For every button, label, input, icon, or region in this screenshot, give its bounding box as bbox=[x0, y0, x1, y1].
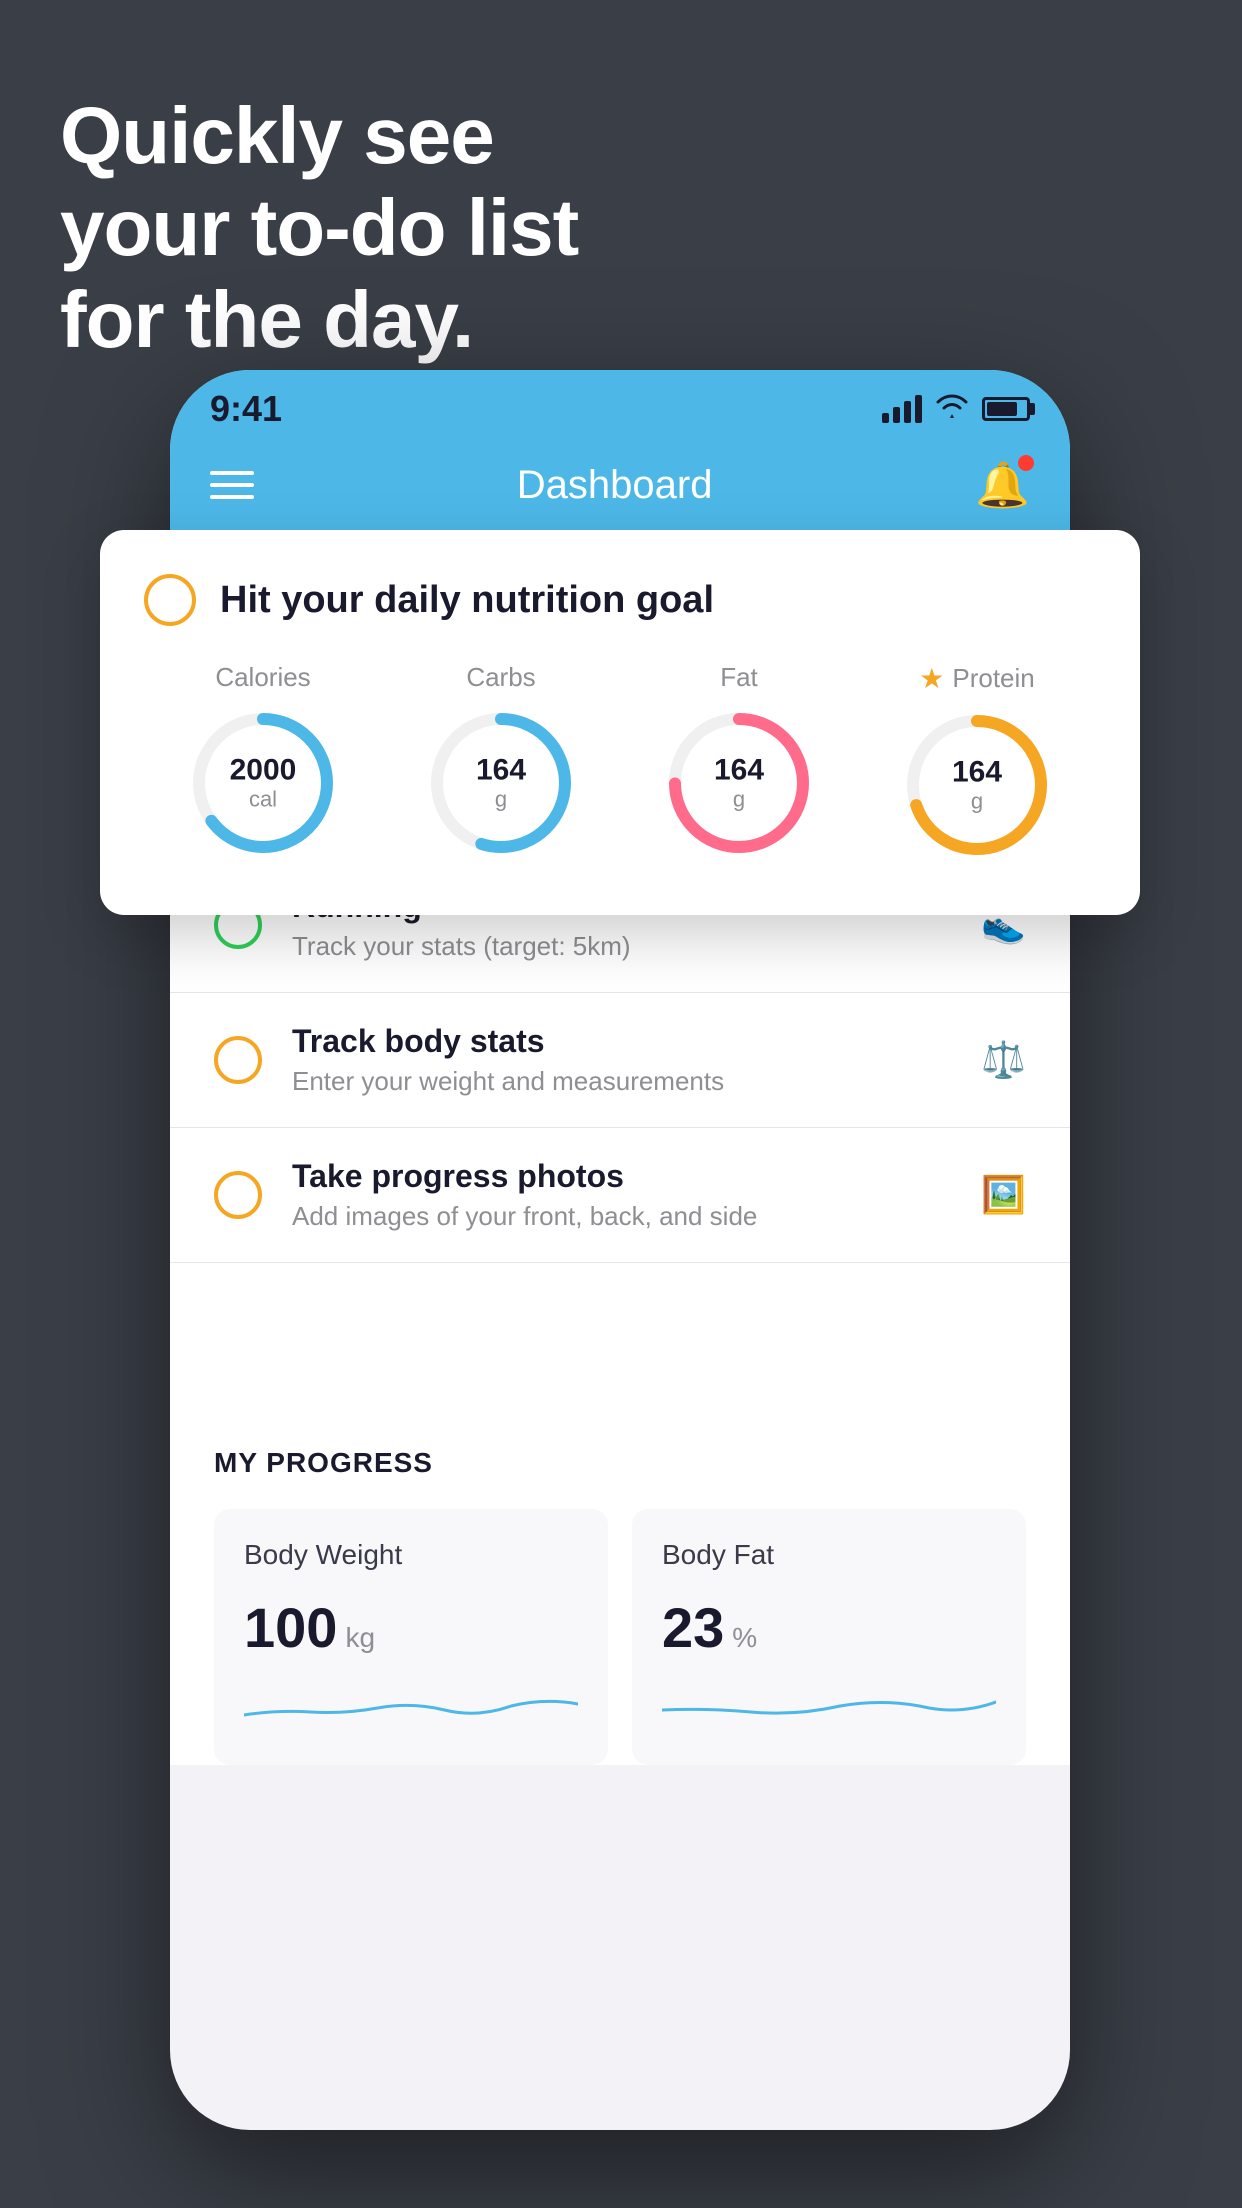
todo-title-photos: Take progress photos bbox=[292, 1158, 951, 1195]
nutrition-goal-title: Hit your daily nutrition goal bbox=[220, 579, 714, 622]
progress-cards: Body Weight 100 kg Body Fat 23 % bbox=[214, 1509, 1026, 1765]
progress-section: MY PROGRESS Body Weight 100 kg Body Fat bbox=[170, 1403, 1070, 1765]
headline-line1: Quickly see bbox=[60, 90, 578, 182]
protein-star-icon: ★ bbox=[919, 662, 944, 695]
todo-list: Running Track your stats (target: 5km) 👟… bbox=[170, 858, 1070, 1263]
protein-unit: g bbox=[971, 789, 983, 814]
notification-dot bbox=[1018, 455, 1034, 471]
carbs-ring: 164 g bbox=[421, 703, 581, 863]
todo-title-body-stats: Track body stats bbox=[292, 1023, 951, 1060]
progress-card-bodyfat[interactable]: Body Fat 23 % bbox=[632, 1509, 1026, 1765]
calories-ring-item: Calories 2000 cal bbox=[183, 662, 343, 863]
weight-value: 100 bbox=[244, 1595, 337, 1660]
todo-item-body-stats[interactable]: Track body stats Enter your weight and m… bbox=[170, 993, 1070, 1128]
todo-subtitle-running: Track your stats (target: 5km) bbox=[292, 931, 951, 962]
battery-icon bbox=[982, 397, 1030, 421]
hamburger-menu[interactable] bbox=[210, 471, 254, 499]
fat-value: 164 bbox=[714, 754, 764, 787]
weight-unit: kg bbox=[345, 1622, 375, 1654]
fat-unit: g bbox=[733, 787, 745, 812]
weight-sparkline bbox=[244, 1680, 578, 1730]
carbs-ring-item: Carbs 164 g bbox=[421, 662, 581, 863]
status-time: 9:41 bbox=[210, 388, 282, 430]
todo-subtitle-photos: Add images of your front, back, and side bbox=[292, 1201, 951, 1232]
carbs-unit: g bbox=[495, 787, 507, 812]
scale-icon: ⚖️ bbox=[981, 1039, 1026, 1081]
protein-ring: 164 g bbox=[897, 705, 1057, 865]
todo-checkbox-body-stats[interactable] bbox=[214, 1036, 262, 1084]
nutrition-goal-card: Hit your daily nutrition goal Calories 2… bbox=[100, 530, 1140, 915]
nutrition-goal-checkbox[interactable] bbox=[144, 574, 196, 626]
calories-value: 2000 bbox=[230, 754, 297, 787]
bodyfat-sparkline bbox=[662, 1680, 996, 1730]
fat-ring-item: Fat 164 g bbox=[659, 662, 819, 863]
nutrition-rings: Calories 2000 cal Carbs bbox=[144, 662, 1096, 865]
calories-ring: 2000 cal bbox=[183, 703, 343, 863]
notification-bell-icon[interactable]: 🔔 bbox=[975, 459, 1030, 511]
wifi-icon bbox=[934, 392, 970, 427]
protein-ring-item: ★ Protein 164 g bbox=[897, 662, 1057, 865]
status-bar: 9:41 bbox=[170, 370, 1070, 440]
calories-label: Calories bbox=[215, 662, 310, 693]
progress-section-title: MY PROGRESS bbox=[214, 1447, 1026, 1479]
progress-card-weight[interactable]: Body Weight 100 kg bbox=[214, 1509, 608, 1765]
fat-label: Fat bbox=[720, 662, 758, 693]
bodyfat-unit: % bbox=[732, 1622, 757, 1654]
bodyfat-value: 23 bbox=[662, 1595, 724, 1660]
weight-card-title: Body Weight bbox=[244, 1539, 578, 1571]
headline-line2: your to-do list bbox=[60, 182, 578, 274]
carbs-label: Carbs bbox=[466, 662, 535, 693]
todo-item-photos[interactable]: Take progress photos Add images of your … bbox=[170, 1128, 1070, 1263]
calories-unit: cal bbox=[249, 787, 277, 812]
todo-subtitle-body-stats: Enter your weight and measurements bbox=[292, 1066, 951, 1097]
todo-checkbox-photos[interactable] bbox=[214, 1171, 262, 1219]
signal-bars-icon bbox=[882, 395, 922, 423]
navbar: Dashboard 🔔 bbox=[170, 440, 1070, 530]
nav-title: Dashboard bbox=[517, 463, 713, 508]
protein-label: ★ Protein bbox=[919, 662, 1035, 695]
carbs-value: 164 bbox=[476, 754, 526, 787]
photo-icon: 🖼️ bbox=[981, 1174, 1026, 1216]
headline: Quickly see your to-do list for the day. bbox=[60, 90, 578, 366]
fat-ring: 164 g bbox=[659, 703, 819, 863]
protein-value: 164 bbox=[952, 756, 1002, 789]
status-icons bbox=[882, 392, 1030, 427]
headline-line3: for the day. bbox=[60, 274, 578, 366]
bodyfat-card-title: Body Fat bbox=[662, 1539, 996, 1571]
